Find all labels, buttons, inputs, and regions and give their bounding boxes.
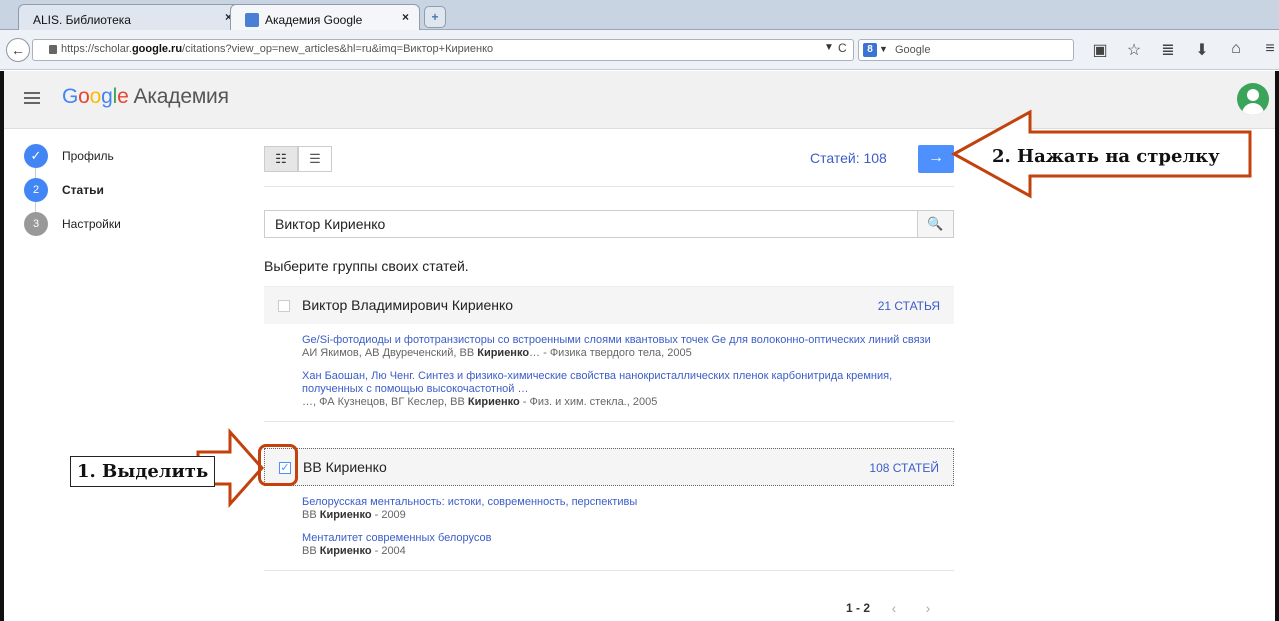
bookmarks-list-icon[interactable]: ≣ bbox=[1158, 40, 1178, 60]
tab-label: Академия Google bbox=[265, 12, 363, 27]
browser-nav-bar: ← https://scholar.google.ru/citations?vi… bbox=[0, 30, 1279, 70]
article-meta: …, ФА Кузнецов, ВГ Кеслер, ВВ Кириенко -… bbox=[302, 396, 658, 408]
next-arrow-button[interactable]: → bbox=[918, 145, 954, 173]
check-icon: ✓ bbox=[24, 144, 48, 168]
articles-count: Статей: 108 bbox=[810, 150, 887, 166]
lock-icon bbox=[49, 45, 57, 54]
choose-groups-text: Выберите группы своих статей. bbox=[264, 258, 469, 274]
new-tab-button[interactable]: + bbox=[424, 6, 446, 28]
step-label: Статьи bbox=[62, 183, 104, 197]
search-engine-icon[interactable]: 8 bbox=[863, 43, 877, 57]
frame-border bbox=[0, 71, 4, 621]
reload-icon[interactable]: C bbox=[838, 41, 847, 55]
article-title-link[interactable]: Хан Баошан, Лю Ченг. Синтез и физико-хим… bbox=[302, 370, 954, 396]
annotation-highlight-box bbox=[258, 444, 298, 486]
list-item: Менталитет современных белорусов ВВ Кири… bbox=[264, 532, 954, 558]
download-icon[interactable]: ⬇ bbox=[1192, 40, 1212, 60]
url-dropdown-icon[interactable]: ▼ bbox=[824, 42, 834, 53]
search-placeholder: Google bbox=[895, 44, 931, 56]
next-page-button[interactable]: › bbox=[918, 600, 938, 616]
bookmark-star-icon[interactable]: ☆ bbox=[1124, 40, 1144, 60]
article-meta: ВВ Кириенко - 2004 bbox=[302, 545, 406, 557]
author-search-input[interactable]: Виктор Кириенко 🔍 bbox=[264, 210, 954, 238]
step-articles[interactable]: 2 Статьи bbox=[24, 178, 224, 202]
close-tab-icon[interactable]: × bbox=[402, 10, 409, 24]
group-count-link[interactable]: 21 СТАТЬЯ bbox=[878, 299, 940, 313]
back-button[interactable]: ← bbox=[6, 38, 30, 62]
step-label: Настройки bbox=[62, 217, 121, 231]
url-path: /citations?view_op=new_articles&hl=ru&im… bbox=[182, 43, 494, 55]
browser-search-bar[interactable]: 8 ▼ Google bbox=[858, 39, 1074, 61]
article-title-link[interactable]: Ge/Si-фотодиоды и фототранзисторы со вст… bbox=[302, 334, 954, 347]
list-view-icon[interactable]: ☰ bbox=[298, 146, 332, 172]
group-name: Виктор Владимирович Кириенко bbox=[302, 297, 514, 313]
browser-toolbar-icons: ▣ ☆ ≣ ⬇ ⌂ ≡ bbox=[1090, 40, 1279, 60]
group-header[interactable]: ✓ ВВ Кириенко 108 СТАТЕЙ bbox=[264, 448, 954, 486]
group-header[interactable]: Виктор Владимирович Кириенко 21 СТАТЬЯ bbox=[264, 286, 954, 324]
list-item: Ge/Si-фотодиоды и фототранзисторы со вст… bbox=[264, 334, 954, 360]
frame-border bbox=[1275, 71, 1279, 621]
search-icon[interactable]: 🔍 bbox=[917, 211, 953, 237]
menu-icon[interactable]: ≡ bbox=[1260, 40, 1279, 60]
step-label: Профиль bbox=[62, 149, 114, 163]
list-item: Белорусская ментальность: истоки, соврем… bbox=[264, 496, 954, 522]
search-value: Виктор Кириенко bbox=[275, 216, 386, 232]
tab-alis[interactable]: ALIS. Библиотека × bbox=[18, 4, 243, 30]
group-name: ВВ Кириенко bbox=[303, 459, 387, 475]
group-count-link[interactable]: 108 СТАТЕЙ bbox=[869, 461, 939, 475]
url-bar[interactable]: https://scholar.google.ru/citations?view… bbox=[32, 39, 854, 61]
tab-scholar[interactable]: Академия Google × bbox=[230, 4, 420, 30]
url-prefix: https://scholar. bbox=[61, 43, 132, 55]
group-checkbox[interactable] bbox=[278, 300, 290, 312]
step-number: 2 bbox=[24, 178, 48, 202]
annotation-step1: 1. Выделить bbox=[70, 456, 216, 487]
annotation-step2: 2. Нажать на стрелку bbox=[992, 146, 1220, 167]
step-profile[interactable]: ✓ Профиль bbox=[24, 144, 224, 168]
google-scholar-logo[interactable]: Google Академия bbox=[62, 85, 229, 109]
divider bbox=[264, 186, 954, 187]
hamburger-menu-icon[interactable] bbox=[24, 92, 40, 104]
browser-tab-bar: ALIS. Библиотека × Академия Google × + bbox=[0, 0, 1279, 30]
url-domain: google.ru bbox=[131, 43, 183, 55]
view-toggle: ☷ ☰ bbox=[264, 146, 332, 172]
article-group: ✓ ВВ Кириенко 108 СТАТЕЙ Белорусская мен… bbox=[264, 448, 954, 571]
home-icon[interactable]: ⌂ bbox=[1226, 40, 1246, 60]
list-item: Хан Баошан, Лю Ченг. Синтез и физико-хим… bbox=[264, 370, 954, 409]
article-meta: ВВ Кириенко - 2009 bbox=[302, 509, 406, 521]
article-title-link[interactable]: Менталитет современных белорусов bbox=[302, 532, 954, 545]
article-title-link[interactable]: Белорусская ментальность: истоки, соврем… bbox=[302, 496, 954, 509]
tab-label: ALIS. Библиотека bbox=[33, 12, 131, 27]
article-meta: АИ Якимов, АВ Двуреченский, ВВ Кириенко…… bbox=[302, 347, 692, 359]
detailed-view-icon[interactable]: ☷ bbox=[264, 146, 298, 172]
step-settings[interactable]: 3 Настройки bbox=[24, 212, 224, 236]
page-range: 1 - 2 bbox=[846, 601, 871, 615]
prev-page-button[interactable]: ‹ bbox=[884, 600, 904, 616]
step-number: 3 bbox=[24, 212, 48, 236]
search-engine-caret-icon[interactable]: ▼ bbox=[879, 44, 888, 54]
pagination: 1 - 2 ‹ › bbox=[846, 600, 938, 616]
reader-icon[interactable]: ▣ bbox=[1090, 40, 1110, 60]
article-group: Виктор Владимирович Кириенко 21 СТАТЬЯ G… bbox=[264, 286, 954, 422]
scholar-favicon-icon bbox=[245, 12, 259, 27]
